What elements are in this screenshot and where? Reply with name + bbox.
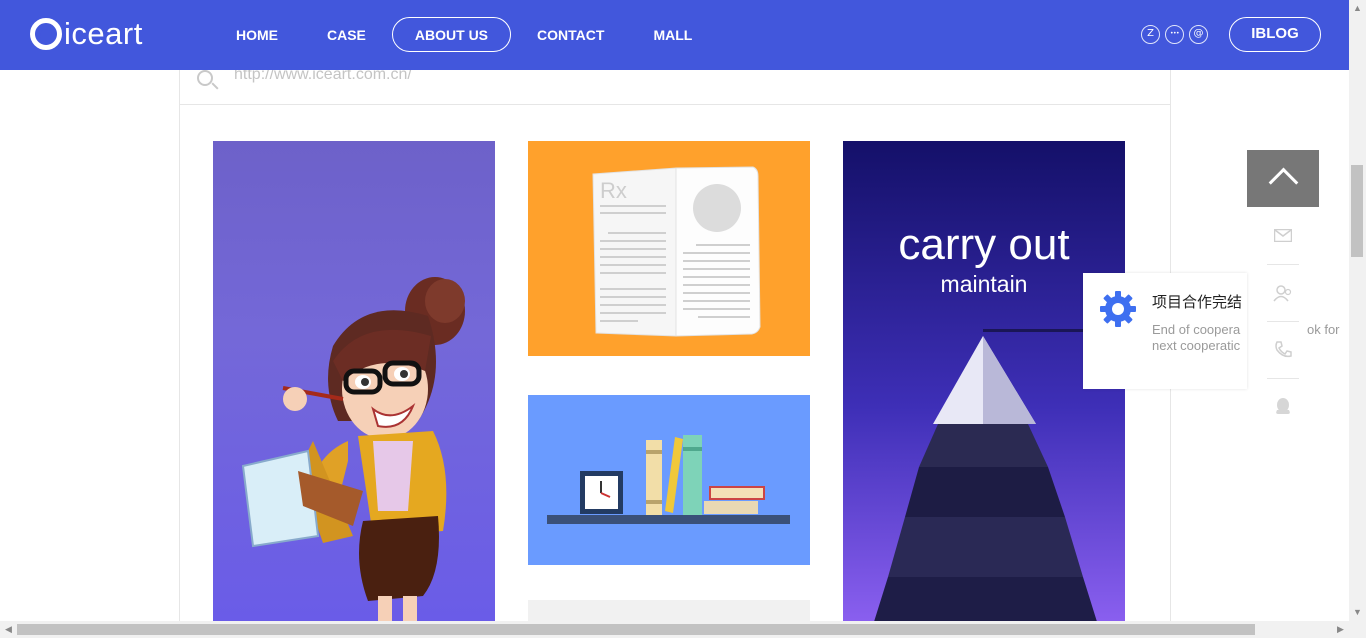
vertical-scroll-thumb[interactable] [1351,165,1363,257]
popup-desc-line-2: next cooperatic [1152,338,1241,353]
search-icon[interactable] [197,70,213,86]
main-nav: HOME CASE ABOUT US CONTACT MALL [213,17,718,52]
zhihu-icon[interactable]: Z [1141,25,1160,44]
nav-home[interactable]: HOME [213,17,301,52]
gear-icon [1100,291,1136,327]
social-links: Z ••• @ [1141,25,1208,44]
popup-description: End of coopera next cooperatic [1152,322,1240,354]
iblog-button[interactable]: IBLOG [1229,17,1321,52]
logo[interactable]: iceart [30,18,143,50]
popup-title: 项目合作完结 [1152,293,1243,311]
mail-icon[interactable] [1267,207,1299,263]
shelf-illustration [547,435,790,524]
nav-contact[interactable]: CONTACT [514,17,627,52]
cooperation-popup: 项目合作完结 End of coopera next cooperatic [1083,273,1247,389]
book-illustration: Rx [592,166,761,337]
horizontal-scrollbar[interactable]: ◀ ▶ [0,621,1366,638]
popup-desc-line-1: End of coopera [1152,322,1241,337]
nav-case[interactable]: CASE [304,17,389,52]
scroll-left-icon[interactable]: ◀ [0,621,17,638]
site-header: iceart HOME CASE ABOUT US CONTACT MALL Z… [0,0,1349,70]
popup-overflow-text: ok for [1307,322,1340,337]
book-rx-label: Rx [600,178,627,203]
scroll-right-icon[interactable]: ▶ [1332,621,1349,638]
more-icon[interactable]: ••• [1165,25,1184,44]
popup-overflow: ok for [1247,273,1349,389]
nav-mall[interactable]: MALL [630,17,715,52]
search-bar [179,66,1171,105]
back-to-top-button[interactable] [1247,150,1319,207]
nav-about-us[interactable]: ABOUT US [391,17,512,52]
card-girl-illustration[interactable] [213,141,495,625]
girl-illustration [241,277,465,625]
logo-icon [30,18,62,50]
scroll-up-icon[interactable]: ▲ [1349,0,1366,17]
weibo-icon[interactable]: @ [1189,25,1208,44]
horizontal-scroll-thumb[interactable] [17,624,1255,635]
logo-text: iceart [64,16,143,51]
scroll-down-icon[interactable]: ▼ [1349,604,1366,621]
card-shelf-illustration[interactable] [528,395,810,565]
vertical-scrollbar[interactable]: ▲ ▼ [1349,0,1366,621]
card-book-illustration[interactable]: Rx [528,141,810,356]
